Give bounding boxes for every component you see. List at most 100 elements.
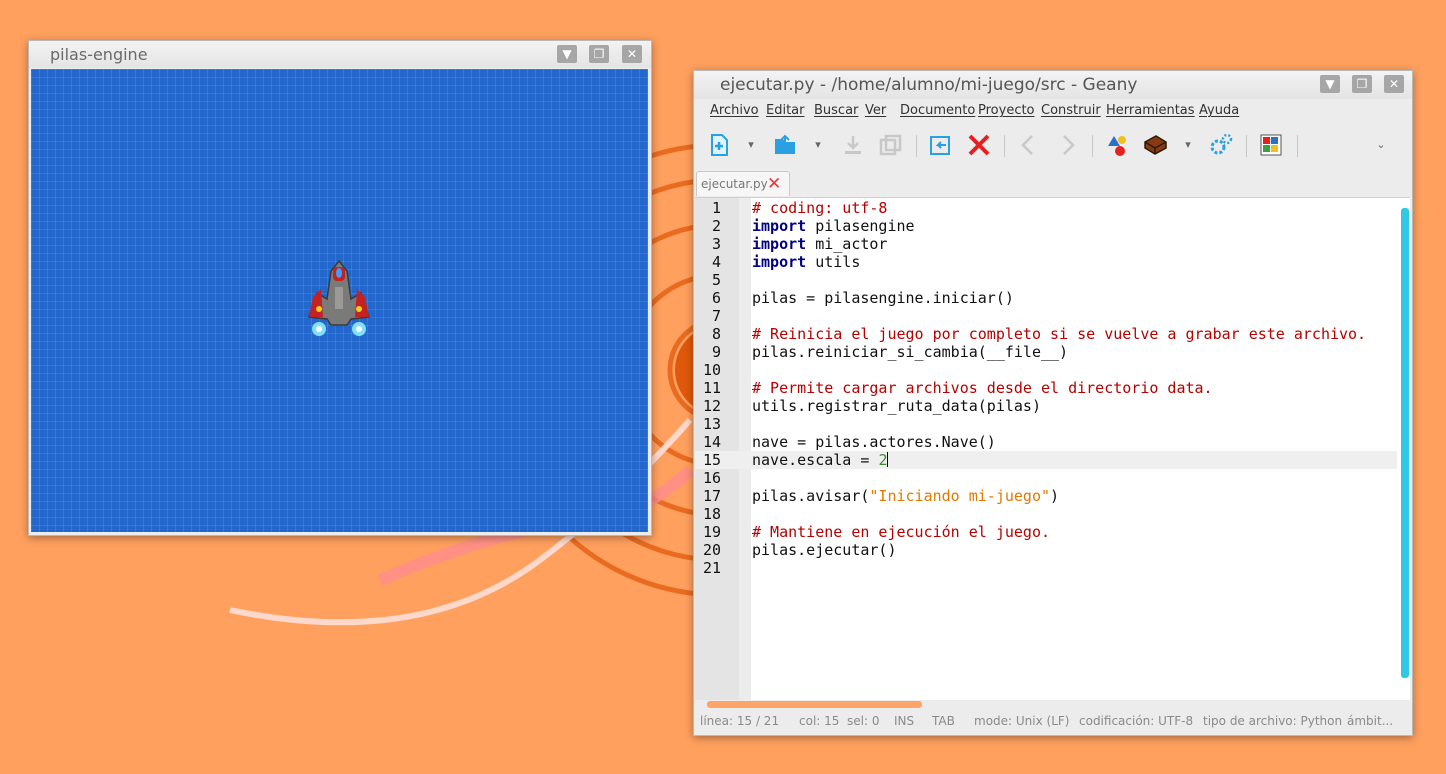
menu-herramientas[interactable]: Herramientas bbox=[1106, 103, 1195, 118]
code-token: pilas.reiniciar_si_cambia(__file__) bbox=[752, 343, 1069, 361]
document-tabs: ejecutar.py ✕ bbox=[694, 171, 1412, 197]
status-line: línea: 15 / 21 bbox=[700, 714, 780, 728]
line-number: 11 bbox=[702, 379, 721, 397]
close-file-icon[interactable] bbox=[966, 132, 992, 158]
window-title: pilas-engine bbox=[50, 45, 148, 64]
line-number: 12 bbox=[702, 397, 721, 415]
chevron-down-icon[interactable]: ▾ bbox=[1181, 132, 1195, 158]
status-filetype: tipo de archivo: Python bbox=[1203, 714, 1343, 728]
menu-proyecto[interactable]: Proyecto bbox=[978, 103, 1035, 118]
code-line[interactable]: 9 pilas.reiniciar_si_cambia(__file__) bbox=[695, 343, 1397, 361]
code-line[interactable]: 14 nave = pilas.actores.Nave() bbox=[695, 433, 1397, 451]
toolbar-separator bbox=[1092, 135, 1093, 157]
spaceship-sprite bbox=[307, 259, 371, 336]
code-line[interactable]: 11 # Permite cargar archivos desde el dir… bbox=[695, 379, 1397, 397]
code-token: utils.registrar_ruta_data(pilas) bbox=[752, 397, 1041, 415]
code-text: nave.escala = 2 bbox=[752, 451, 889, 469]
code-token: nave.escala = bbox=[752, 451, 879, 469]
code-line[interactable]: 5 bbox=[695, 271, 1397, 289]
code-text: pilas.reiniciar_si_cambia(__file__) bbox=[752, 343, 1068, 361]
game-canvas[interactable] bbox=[31, 69, 648, 532]
code-token: pilas = pilasengine.iniciar() bbox=[752, 289, 1014, 307]
minimize-icon[interactable]: ▼ bbox=[557, 45, 577, 63]
line-number: 19 bbox=[702, 523, 721, 541]
code-editor[interactable]: 1 # coding: utf-8 2 import pilasengine 3 impo… bbox=[695, 197, 1410, 708]
code-line[interactable]: 15 nave.escala = 2 bbox=[695, 451, 1397, 469]
code-text: utils.registrar_ruta_data(pilas) bbox=[752, 397, 1041, 415]
build-icon[interactable] bbox=[1142, 132, 1168, 158]
vertical-scrollbar[interactable] bbox=[1401, 208, 1409, 678]
geany-titlebar[interactable]: ejecutar.py - /home/alumno/mi-juego/src … bbox=[694, 71, 1412, 99]
pilas-titlebar[interactable]: pilas-engine ▼ ❐ ✕ bbox=[29, 41, 651, 68]
overflow-chevron-icon[interactable]: ⌄ bbox=[1374, 132, 1388, 158]
line-number: 2 bbox=[711, 217, 721, 235]
code-text: pilas.ejecutar() bbox=[752, 541, 897, 559]
compile-icon[interactable] bbox=[1104, 132, 1130, 158]
code-line[interactable]: 12 utils.registrar_ruta_data(pilas) bbox=[695, 397, 1397, 415]
code-line[interactable]: 4 import utils bbox=[695, 253, 1397, 271]
close-icon[interactable]: ✕ bbox=[1384, 75, 1404, 93]
status-mode: mode: Unix (LF) bbox=[974, 714, 1070, 728]
code-line[interactable]: 17 pilas.avisar("Iniciando mi-juego") bbox=[695, 487, 1397, 505]
code-line[interactable]: 16 bbox=[695, 469, 1397, 487]
maximize-icon[interactable]: ❐ bbox=[1352, 75, 1372, 93]
save-icon[interactable] bbox=[840, 132, 866, 158]
code-line[interactable]: 6 pilas = pilasengine.iniciar() bbox=[695, 289, 1397, 307]
tab-close-icon[interactable]: ✕ bbox=[767, 174, 781, 194]
code-line[interactable]: 21 bbox=[695, 559, 1397, 577]
menu-ver[interactable]: Ver bbox=[865, 103, 886, 118]
toolbar-separator bbox=[1004, 135, 1005, 157]
line-number: 21 bbox=[702, 559, 721, 577]
code-line[interactable]: 7 bbox=[695, 307, 1397, 325]
code-text: pilas.avisar("Iniciando mi-juego") bbox=[752, 487, 1059, 505]
code-line[interactable]: 18 bbox=[695, 505, 1397, 523]
menu-ayuda[interactable]: Ayuda bbox=[1199, 103, 1239, 118]
menu-documento[interactable]: Documento bbox=[900, 103, 975, 118]
minimize-icon[interactable]: ▼ bbox=[1320, 75, 1340, 93]
code-line[interactable]: 20 pilas.ejecutar() bbox=[695, 541, 1397, 559]
code-token: # coding: utf-8 bbox=[752, 199, 888, 217]
menu-archivo[interactable]: Archivo bbox=[710, 103, 759, 118]
code-text: import utils bbox=[752, 253, 860, 271]
maximize-icon[interactable]: ❐ bbox=[589, 45, 609, 63]
menu-editar[interactable]: Editar bbox=[766, 103, 805, 118]
horizontal-scrollbar[interactable] bbox=[707, 701, 922, 708]
status-tab: TAB bbox=[932, 714, 955, 728]
pilas-engine-window: pilas-engine ▼ ❐ ✕ bbox=[28, 40, 652, 536]
code-text: import pilasengine bbox=[752, 217, 915, 235]
code-line[interactable]: 8 # Reinicia el juego por completo si se … bbox=[695, 325, 1397, 343]
code-line[interactable]: 19 # Mantiene en ejecución el juego. bbox=[695, 523, 1397, 541]
geany-window: ejecutar.py - /home/alumno/mi-juego/src … bbox=[693, 70, 1413, 736]
line-number: 13 bbox=[702, 415, 721, 433]
tab-ejecutar-py[interactable]: ejecutar.py ✕ bbox=[696, 171, 790, 196]
save-all-icon[interactable] bbox=[878, 132, 904, 158]
code-line[interactable]: 3 import mi_actor bbox=[695, 235, 1397, 253]
code-line[interactable]: 10 bbox=[695, 361, 1397, 379]
code-text: # coding: utf-8 bbox=[752, 199, 887, 217]
status-col: col: 15 bbox=[799, 714, 840, 728]
code-token: pilas.avisar( bbox=[752, 487, 870, 505]
chevron-down-icon[interactable]: ▾ bbox=[811, 132, 825, 158]
line-number: 17 bbox=[702, 487, 721, 505]
line-number: 1 bbox=[711, 199, 721, 217]
close-icon[interactable]: ✕ bbox=[622, 45, 642, 63]
code-token: # Permite cargar archivos desde el direc… bbox=[752, 379, 1213, 397]
code-line[interactable]: 1 # coding: utf-8 bbox=[695, 199, 1397, 217]
code-token: nave = pilas.actores.Nave() bbox=[752, 433, 996, 451]
open-file-icon[interactable] bbox=[772, 132, 798, 158]
line-number: 4 bbox=[711, 253, 721, 271]
forward-icon[interactable] bbox=[1054, 132, 1080, 158]
back-icon[interactable] bbox=[1016, 132, 1042, 158]
menu-buscar[interactable]: Buscar bbox=[814, 103, 858, 118]
chevron-down-icon[interactable]: ▾ bbox=[744, 132, 758, 158]
line-number: 14 bbox=[702, 433, 721, 451]
revert-icon[interactable] bbox=[928, 132, 954, 158]
menubar: Archivo Editar Buscar Ver Documento Proy… bbox=[694, 99, 1412, 125]
new-file-icon[interactable] bbox=[706, 132, 732, 158]
color-chooser-icon[interactable] bbox=[1258, 132, 1284, 158]
code-line[interactable]: 13 bbox=[695, 415, 1397, 433]
code-line[interactable]: 2 import pilasengine bbox=[695, 217, 1397, 235]
toolbar-separator bbox=[1246, 135, 1247, 157]
menu-construir[interactable]: Construir bbox=[1041, 103, 1101, 118]
execute-icon[interactable] bbox=[1208, 132, 1234, 158]
